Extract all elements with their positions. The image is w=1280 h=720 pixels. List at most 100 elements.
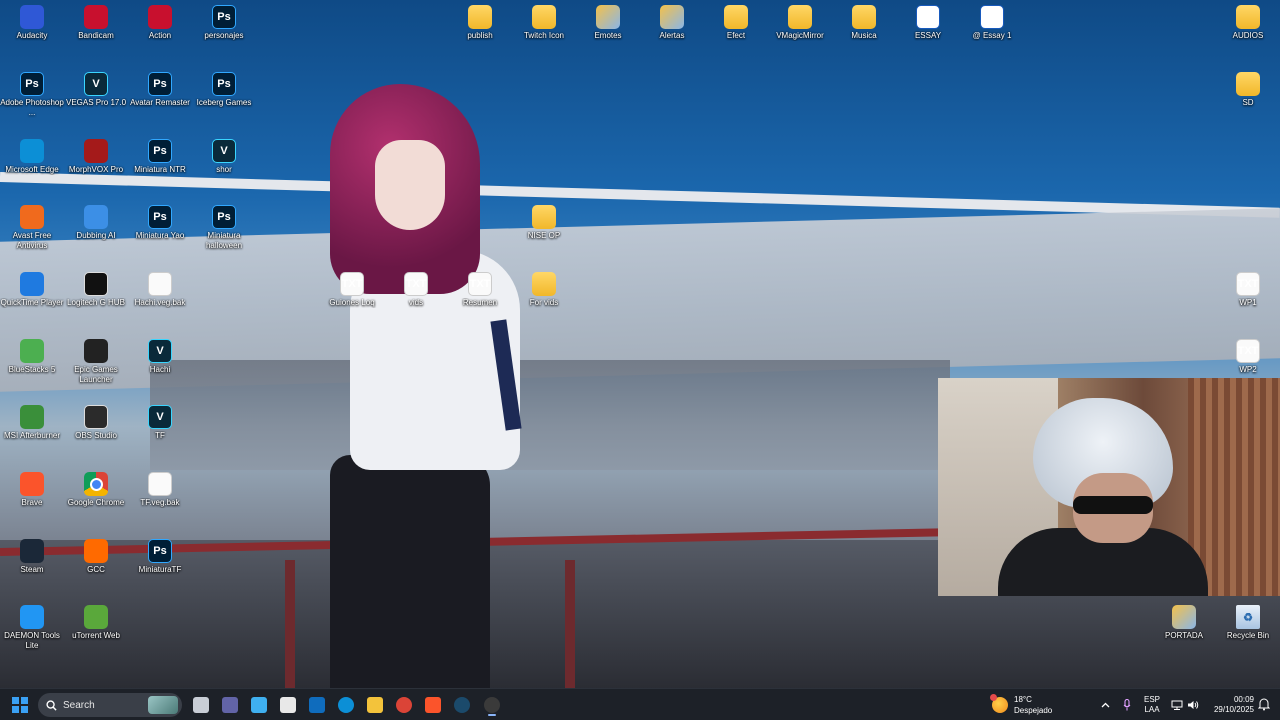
desktop-icon-avast-free-antivirus[interactable]: Avast Free Antivirus (0, 205, 64, 251)
desktop-icon-adobe-photoshop[interactable]: Ps Adobe Photoshop ... (0, 72, 64, 118)
teams-icon (222, 697, 238, 713)
desktop-icon-morphvox-pro[interactable]: MorphVOX Pro (64, 139, 128, 175)
desktop-icon-miniaturatf[interactable]: Ps MiniaturaTF (128, 539, 192, 575)
desktop-icon-for-vids[interactable]: For vids (512, 272, 576, 308)
desktop-icon-shor[interactable]: Vshor (192, 139, 256, 175)
desktop-icon-tf-veg-bak[interactable]: TF.veg.bak (128, 472, 192, 508)
desktop-icon-avatar-remaster[interactable]: Ps Avatar Remaster (128, 72, 192, 108)
desktop-icon-portada[interactable]: PORTADA (1152, 605, 1216, 641)
taskbar-chrome-button[interactable] (392, 693, 416, 717)
taskbar-microsoft-store-button[interactable] (276, 693, 300, 717)
desktop-icon-gcc[interactable]: GCC (64, 539, 128, 575)
desktop-icon-resumen[interactable]: TXT Resumen (448, 272, 512, 308)
desktop-icon-label: Iceberg Games (196, 98, 252, 107)
desktop-icon-emotes[interactable]: Emotes (576, 5, 640, 41)
desktop-icon-twitch-icon[interactable]: Twitch Icon (512, 5, 576, 41)
desktop-icon-msi-afterburner[interactable]: MSI Afterburner (0, 405, 64, 441)
desktop-icon-label: Emotes (594, 31, 622, 40)
desktop-icon-dubbing-ai[interactable]: Dubbing AI (64, 205, 128, 241)
desktop-icon-obs-studio[interactable]: OBS Studio (64, 405, 128, 441)
input-language[interactable]: ESP LAA (1140, 695, 1164, 715)
desktop-icon-audios[interactable]: AUDIOS (1216, 5, 1280, 41)
desktop-icon-guiones-loq[interactable]: TXT Guiones Loq (320, 272, 384, 308)
desktop-icon-alertas[interactable]: Alertas (640, 5, 704, 41)
obs-icon (84, 405, 108, 429)
desktop-icon-recycle-bin[interactable]: ♻ Recycle Bin (1216, 605, 1280, 641)
desktop-icon-publish[interactable]: publish (448, 5, 512, 41)
taskbar-brave-button[interactable] (421, 693, 445, 717)
audacity-icon (20, 5, 44, 29)
desktop-icon-epic-games-launcher[interactable]: Epic Games Launcher (64, 339, 128, 385)
system-clock[interactable]: 00:09 29/10/2025 (1204, 695, 1254, 715)
desktop-icon-utorrent-web[interactable]: uTorrent Web (64, 605, 128, 641)
notification-bell-icon[interactable] (1257, 697, 1271, 711)
desktop-icon-wp1[interactable]: TXT WP1 (1216, 272, 1280, 308)
desktop-icon-miniatura-ntr[interactable]: Ps Miniatura NTR (128, 139, 192, 175)
taskbar-teams-button[interactable] (218, 693, 242, 717)
gcc-icon (84, 539, 108, 563)
language-code: ESP (1143, 695, 1160, 704)
weather-widget[interactable]: 18°C Despejado (990, 692, 1052, 718)
file-icon (148, 472, 172, 496)
desktop-icon-vegas-pro-17-0[interactable]: V VEGAS Pro 17.0 (64, 72, 128, 108)
desktop-icon-microsoft-edge[interactable]: Microsoft Edge (0, 139, 64, 175)
desktop-icon-bandicam[interactable]: Bandicam (64, 5, 128, 41)
desktop-icon-sd[interactable]: SD (1216, 72, 1280, 108)
desktop-icon-label: Efect (726, 31, 746, 40)
windows-logo-icon (12, 697, 28, 713)
photoshop-file-icon: Ps (148, 139, 172, 163)
taskbar-task-view-button[interactable] (189, 693, 213, 717)
desktop-icon-iceberg-games[interactable]: Ps Iceberg Games (192, 72, 256, 108)
desktop-icon-label: Avatar Remaster (130, 98, 190, 107)
taskbar-outlook-button[interactable] (305, 693, 329, 717)
desktop-icon-personajes[interactable]: Ps personajes (192, 5, 256, 41)
desktop-icon-bluestacks-5[interactable]: BlueStacks 5 (0, 339, 64, 375)
wallpaper-structure (150, 360, 950, 470)
image-folder-icon (660, 5, 684, 29)
desktop-icon-daemon-tools-lite[interactable]: DAEMON Tools Lite (0, 605, 64, 651)
desktop-icon-logitech-g-hub[interactable]: Logitech G HUB (64, 272, 128, 308)
desktop-icon-brave[interactable]: Brave (0, 472, 64, 508)
taskbar-steam-button[interactable] (450, 693, 474, 717)
taskbar-obs-button[interactable] (480, 693, 504, 717)
desktop-icon-audacity[interactable]: Audacity (0, 5, 64, 41)
word-icon: W (980, 5, 1004, 29)
desktop-icon-label: shor (216, 165, 232, 174)
show-hidden-icons-chevron-icon[interactable] (1098, 695, 1112, 715)
microphone-icon[interactable] (1120, 695, 1134, 715)
desktop-icon-quicktime-player[interactable]: QuickTime Player (0, 272, 64, 308)
desktop-icon-vids[interactable]: TXT vids (384, 272, 448, 308)
volume-icon[interactable] (1186, 695, 1200, 715)
desktop-icon-action[interactable]: Action (128, 5, 192, 41)
desktop-icon-miniatura-yao[interactable]: Ps Miniatura Yao (128, 205, 192, 241)
desktop-icon-essay-1[interactable]: W @ Essay 1 (960, 5, 1024, 41)
desktop-icon-hachi[interactable]: V Hachi (128, 339, 192, 375)
vegas-file-icon: V (212, 139, 236, 163)
desktop-icon-label: VMagicMirror (776, 31, 824, 40)
desktop-icon-efect[interactable]: Efect (704, 5, 768, 41)
desktop-icon-miniatura-halloween[interactable]: Ps Miniatura halloween (192, 205, 256, 251)
photoshop-file-icon: Ps (148, 72, 172, 96)
folder-icon (1236, 72, 1260, 96)
taskbar-copilot-button[interactable] (247, 693, 271, 717)
desktop-icon-nise-op[interactable]: NISE OP (512, 205, 576, 241)
start-button[interactable] (8, 693, 32, 717)
desktop-icon-tf[interactable]: V TF (128, 405, 192, 441)
desktop-icon-hachi-veg-bak[interactable]: Hachi.veg.bak (128, 272, 192, 308)
task-view-icon (193, 697, 209, 713)
desktop-icon-essay[interactable]: W ESSAY (896, 5, 960, 41)
wallpaper-post (285, 560, 295, 688)
desktop-icon-vmagicmirror[interactable]: VMagicMirror (768, 5, 832, 41)
desktop-icon-label: uTorrent Web (72, 631, 120, 640)
taskbar-edge-button[interactable] (334, 693, 358, 717)
desktop-icon-musica[interactable]: Musica (832, 5, 896, 41)
photoshop-file-icon: Ps (212, 205, 236, 229)
desktop-icon-label: Steam (20, 565, 44, 574)
taskbar-search[interactable]: Search (38, 693, 182, 717)
network-icon[interactable] (1170, 695, 1184, 715)
desktop-icon-wp2[interactable]: TXT WP2 (1216, 339, 1280, 375)
desktop-icon-steam[interactable]: Steam (0, 539, 64, 575)
taskbar-file-explorer-button[interactable] (363, 693, 387, 717)
webcam-overlay (938, 378, 1280, 596)
desktop-icon-google-chrome[interactable]: Google Chrome (64, 472, 128, 508)
